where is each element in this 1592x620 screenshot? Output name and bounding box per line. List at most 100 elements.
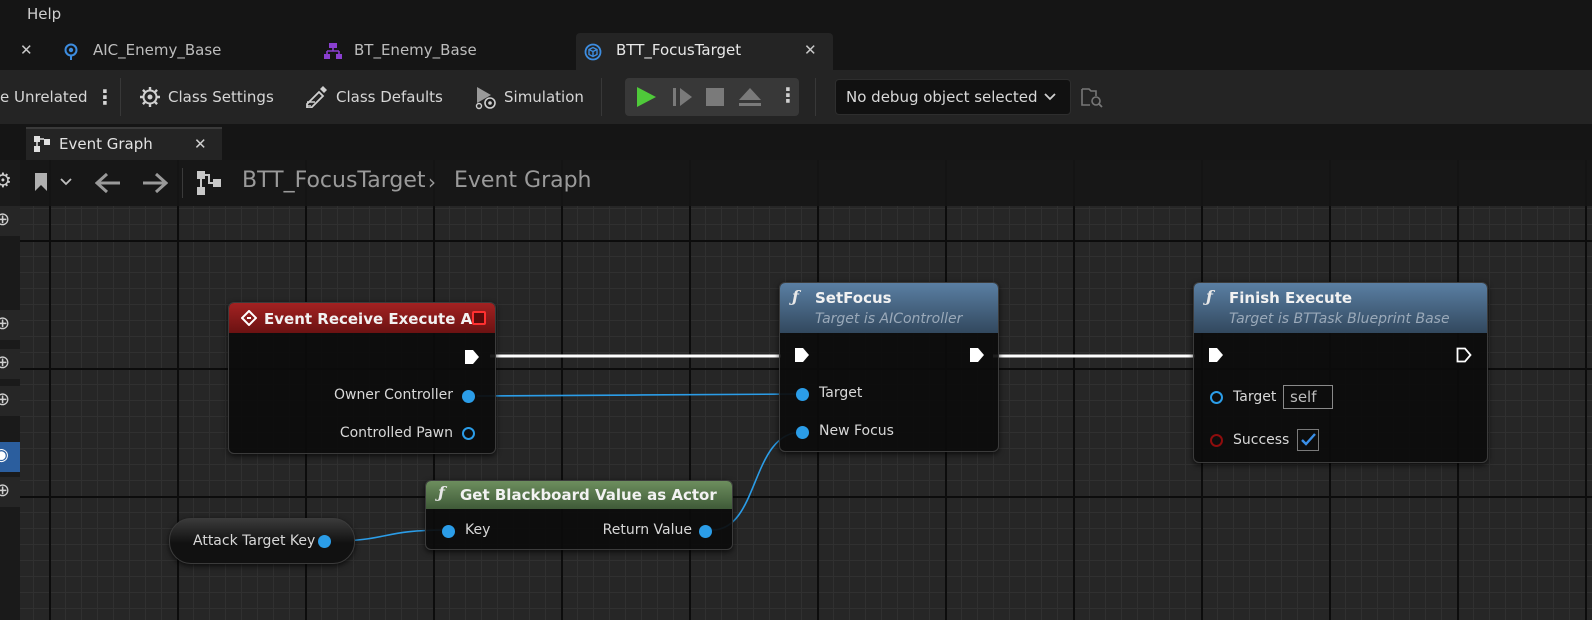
target-default-field[interactable]: self xyxy=(1283,385,1333,409)
exec-output-pin[interactable] xyxy=(464,349,480,365)
event-icon xyxy=(241,310,257,326)
ai-controller-icon xyxy=(64,43,78,60)
document-tab-bar: ✕ AIC_Enemy_Base BT_Enemy_Base BTT_Focus… xyxy=(0,30,1592,70)
tab-bt-enemy-base[interactable]: BT_Enemy_Base xyxy=(318,33,568,70)
add-button[interactable]: ⊕ xyxy=(0,386,20,416)
close-icon[interactable]: ✕ xyxy=(20,41,33,59)
add-button[interactable]: ⊕ xyxy=(0,349,20,379)
graph-hierarchy-icon[interactable] xyxy=(196,170,222,196)
button-label: Class Settings xyxy=(168,88,274,106)
simulation-button[interactable]: Simulation xyxy=(473,70,584,124)
left-side-panel: ⚙ ⊕ ⊕ ⊕ ⊕ ◉ ⊕ xyxy=(0,160,20,620)
simulation-icon xyxy=(475,87,496,110)
graph-tab-bar: Event Graph ✕ xyxy=(0,124,1592,160)
eject-icon[interactable] xyxy=(738,87,762,107)
pin-return-value-label: Return Value xyxy=(602,522,692,538)
success-pin[interactable] xyxy=(1210,434,1223,447)
pin-target-label: Target xyxy=(819,385,863,401)
exec-output-pin[interactable] xyxy=(1456,347,1472,363)
node-title: Event Receive Execute AI xyxy=(264,310,478,328)
node-subtitle: Target is BTTask Blueprint Base xyxy=(1229,311,1450,327)
class-defaults-button[interactable]: Class Defaults xyxy=(305,70,443,124)
node-title: Finish Execute xyxy=(1229,289,1353,307)
tab-label: Event Graph xyxy=(59,135,153,153)
class-settings-button[interactable]: Class Settings xyxy=(139,70,274,124)
tab-label: BT_Enemy_Base xyxy=(354,41,477,59)
setfocus-node[interactable]: ƒ SetFocus Target is AIController Target… xyxy=(779,282,999,452)
gear-icon[interactable]: ⚙ xyxy=(0,168,12,192)
tab-label: AIC_Enemy_Base xyxy=(93,41,222,59)
node-title: SetFocus xyxy=(815,289,892,307)
key-pin[interactable] xyxy=(442,525,455,538)
node-title: Get Blackboard Value as Actor xyxy=(460,486,717,504)
toolbar-divider xyxy=(815,78,816,116)
forward-arrow-icon[interactable] xyxy=(142,172,168,194)
exec-output-pin[interactable] xyxy=(969,347,985,363)
return-value-pin[interactable] xyxy=(699,525,712,538)
chevron-down-icon[interactable] xyxy=(60,178,72,186)
back-arrow-icon[interactable] xyxy=(95,172,121,194)
step-icon[interactable] xyxy=(672,87,694,107)
find-debug-object-icon[interactable] xyxy=(1081,87,1103,109)
event-receive-execute-ai-node[interactable]: Event Receive Execute AI Owner Controlle… xyxy=(228,302,496,454)
breadcrumb-root[interactable]: BTT_FocusTarget xyxy=(242,168,425,193)
pin-success-label: Success xyxy=(1233,432,1290,448)
menu-help[interactable]: Help xyxy=(27,5,61,23)
tab-btt-focustarget[interactable]: BTT_FocusTarget ✕ xyxy=(576,33,833,70)
exec-input-pin[interactable] xyxy=(1208,347,1224,363)
target-pin[interactable] xyxy=(796,388,809,401)
gear-icon xyxy=(140,87,160,107)
play-options-icon[interactable]: ⋮ xyxy=(778,83,798,107)
owner-controller-pin[interactable] xyxy=(462,390,475,403)
bookmark-icon[interactable] xyxy=(34,172,48,192)
play-icon[interactable] xyxy=(635,86,657,108)
eye-icon: ◉ xyxy=(0,445,9,465)
hide-unrelated-button[interactable]: e Unrelated xyxy=(0,70,88,124)
button-label: Simulation xyxy=(504,88,584,106)
add-button[interactable]: ⊕ xyxy=(0,310,20,340)
defaults-edit-icon xyxy=(306,86,327,108)
breadcrumb-divider xyxy=(182,168,183,198)
get-blackboard-value-node[interactable]: ƒ Get Blackboard Value as Actor Key Retu… xyxy=(425,480,733,550)
tab-label: BTT_FocusTarget xyxy=(616,41,742,59)
attack-target-key-variable-node[interactable]: Attack Target Key xyxy=(169,518,355,564)
tab-aic-enemy-base[interactable]: AIC_Enemy_Base xyxy=(55,33,305,70)
controlled-pawn-pin[interactable] xyxy=(462,427,475,440)
add-icon: ⊕ xyxy=(0,389,11,410)
debug-object-dropdown[interactable]: No debug object selected xyxy=(835,79,1071,115)
new-focus-pin[interactable] xyxy=(796,426,809,439)
blueprint-task-icon xyxy=(584,43,602,61)
tab-event-graph[interactable]: Event Graph ✕ xyxy=(26,127,222,160)
pin-owner-controller-label: Owner Controller xyxy=(333,387,453,403)
breadcrumb-separator-icon: › xyxy=(428,170,436,194)
menu-bar: Help xyxy=(0,0,1592,30)
target-pin[interactable] xyxy=(1210,391,1223,404)
add-icon: ⊕ xyxy=(0,209,11,230)
graph-breadcrumb-bar: BTT_FocusTarget › Event Graph xyxy=(20,160,1592,206)
add-button[interactable]: ⊕ xyxy=(0,477,20,507)
pin-new-focus-label: New Focus xyxy=(819,423,894,439)
toolbar-divider xyxy=(120,78,121,116)
add-button[interactable]: ⊕ xyxy=(0,206,20,236)
more-options-icon[interactable]: ⋮ xyxy=(95,70,115,124)
add-icon: ⊕ xyxy=(0,313,11,334)
button-label: Class Defaults xyxy=(336,88,443,106)
finish-execute-node[interactable]: ƒ Finish Execute Target is BTTask Bluepr… xyxy=(1193,282,1488,463)
delegate-pin-icon[interactable] xyxy=(472,311,486,325)
behavior-tree-icon xyxy=(324,43,342,59)
close-icon[interactable]: ✕ xyxy=(804,41,817,59)
close-icon[interactable]: ✕ xyxy=(194,135,207,153)
chevron-down-icon xyxy=(1044,93,1056,101)
debug-object-value: No debug object selected xyxy=(846,88,1038,106)
stop-icon[interactable] xyxy=(706,88,724,106)
exec-input-pin[interactable] xyxy=(794,347,810,363)
pin-controlled-pawn-label: Controlled Pawn xyxy=(339,425,453,441)
pin-key-label: Key xyxy=(465,522,491,538)
visibility-toggle[interactable]: ◉ xyxy=(0,442,20,472)
success-checkbox[interactable] xyxy=(1297,429,1319,451)
function-icon: ƒ xyxy=(438,483,445,502)
variable-output-pin[interactable] xyxy=(318,535,331,548)
function-icon: ƒ xyxy=(1206,287,1213,306)
breadcrumb-current[interactable]: Event Graph xyxy=(454,168,592,193)
event-graph-icon xyxy=(34,136,50,152)
